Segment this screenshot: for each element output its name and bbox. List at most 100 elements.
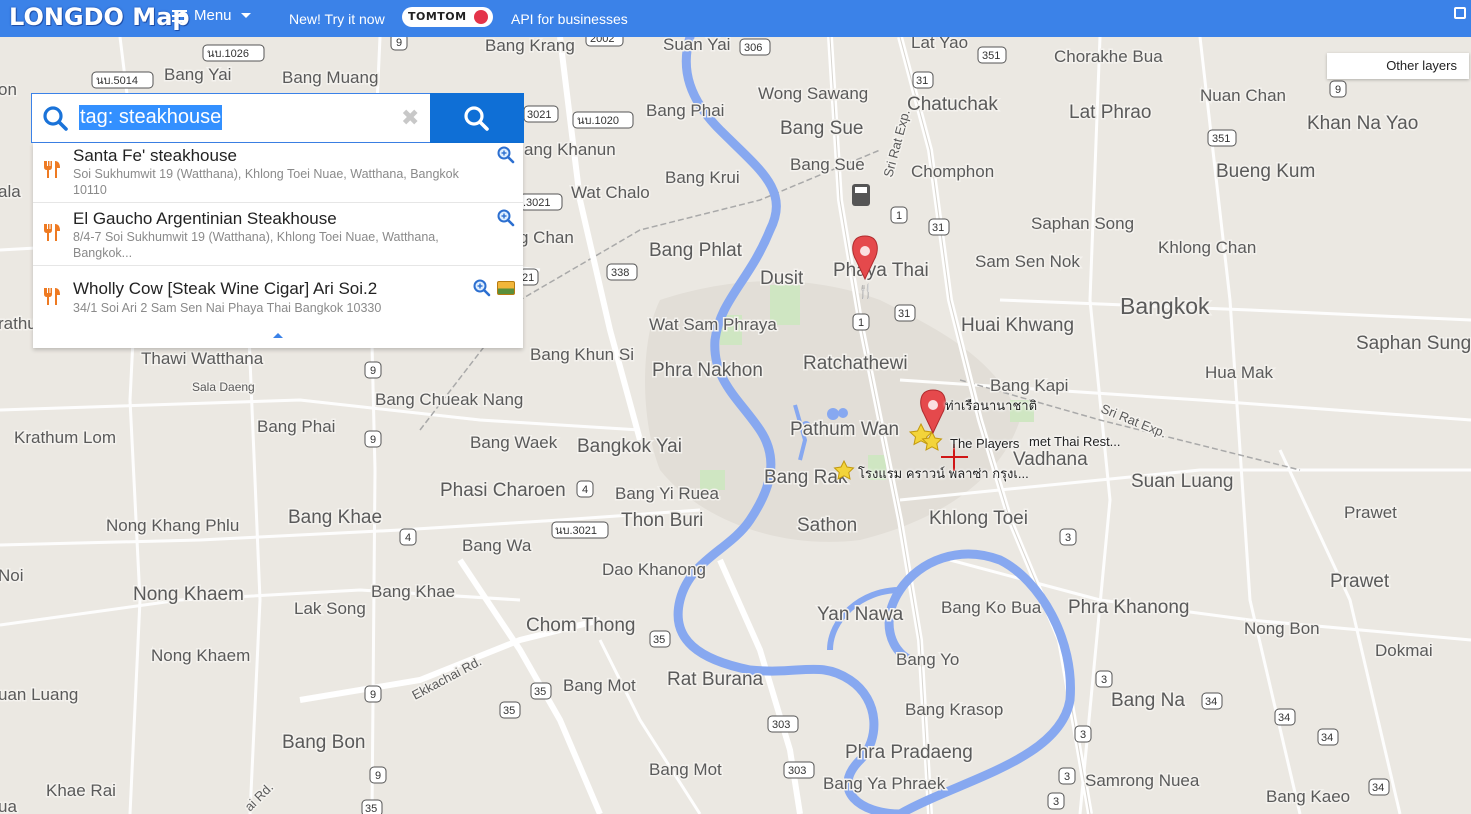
svg-text:34: 34 xyxy=(1278,712,1290,724)
close-icon[interactable]: ✖ xyxy=(401,105,419,131)
route-badge-35-a: 35 xyxy=(649,630,671,648)
map-label-bang-bon: Bang Bon xyxy=(282,732,365,753)
map-label-saphan-sung: Saphan Sung xyxy=(1356,333,1471,354)
map-label-bang-phlat: Bang Phlat xyxy=(649,240,743,261)
search-icon xyxy=(43,106,68,131)
result-address: 34/1 Soi Ari 2 Sam Sen Nai Phaya Thai Ba… xyxy=(73,301,382,315)
route-badge-9-b: 9 xyxy=(1329,80,1347,98)
map-label-bang-khun-si: Bang Khun Si xyxy=(530,345,634,364)
search-result-item[interactable]: El Gaucho Argentinian Steakhouse 8/4-7 S… xyxy=(33,203,523,266)
top-navigation-bar: LONGDO Map Menu New! Try it now TOMTOM A… xyxy=(0,0,1471,37)
map-label-rathu: rathu xyxy=(0,314,37,333)
search-icon xyxy=(464,106,489,131)
map-label-bang-kaeo: Bang Kaeo xyxy=(1266,787,1350,806)
svg-text:35: 35 xyxy=(503,705,515,717)
route-badge-3-a: 3 xyxy=(1059,528,1077,546)
map-label-samrong-nuea: Samrong Nuea xyxy=(1085,771,1200,790)
other-layers-button[interactable]: Other layers xyxy=(1327,53,1469,79)
svg-text:9: 9 xyxy=(375,770,381,782)
route-badge-34-a: 34 xyxy=(1201,692,1223,710)
map-label-sam-sen-nok: Sam Sen Nok xyxy=(975,252,1080,271)
route-badge-4-a: 4 xyxy=(576,480,594,498)
map-label-bang-yi-ruea: Bang Yi Ruea xyxy=(615,484,720,503)
route-badge-3-e: 3 xyxy=(1047,792,1065,810)
route-badge-9-d: 9 xyxy=(364,430,382,448)
map-label-thon-buri: Thon Buri xyxy=(621,510,703,531)
route-badge-31-c: 31 xyxy=(894,304,916,322)
svg-text:3: 3 xyxy=(1101,674,1107,686)
zoom-icon[interactable] xyxy=(497,209,515,227)
menu-button[interactable]: Menu xyxy=(172,7,251,24)
fullscreen-icon[interactable] xyxy=(1454,7,1466,19)
map-label-bang-ya-phraek: Bang Ya Phraek xyxy=(823,774,946,793)
map-label-bang-phai: Bang Phai xyxy=(646,101,724,120)
map-label-bang-rak: Bang Rak xyxy=(764,467,848,488)
map-label-sathon: Sathon xyxy=(797,515,857,536)
map-label-thawi-watthana: Thawi Watthana xyxy=(141,349,264,368)
route-badge-35-b: 35 xyxy=(530,682,552,700)
search-result-item[interactable]: Wholly Cow [Steak Wine Cigar] Ari Soi.2 … xyxy=(33,266,523,328)
route-badge-3-d: 3 xyxy=(1058,767,1076,785)
map-label-ua: ua xyxy=(0,797,17,814)
result-title[interactable]: Santa Fe' steakhouse xyxy=(73,146,237,166)
map-label-nong-khaem-2: Nong Khaem xyxy=(151,646,250,665)
zoom-icon[interactable] xyxy=(497,146,515,164)
search-query-text[interactable]: tag: steakhouse xyxy=(79,105,223,130)
map-label-chorakhe-bua: Chorakhe Bua xyxy=(1054,47,1163,66)
svg-text:34: 34 xyxy=(1372,782,1384,794)
longdo-map-logo[interactable]: LONGDO Map xyxy=(9,3,190,31)
svg-text:นบ.1026: นบ.1026 xyxy=(207,48,249,60)
svg-text:35: 35 xyxy=(653,634,665,646)
map-label-bang-wa: Bang Wa xyxy=(462,536,532,555)
route-badge-338: 338 xyxy=(606,263,638,281)
map-label-bang-muang: Bang Muang xyxy=(282,68,378,87)
photo-icon[interactable] xyxy=(497,281,515,295)
svg-text:9: 9 xyxy=(396,37,402,49)
route-badge-34-b: 34 xyxy=(1274,708,1296,726)
map-label-phaya-thai: Phaya Thai xyxy=(833,260,929,281)
result-title[interactable]: Wholly Cow [Steak Wine Cigar] Ari Soi.2 xyxy=(73,279,377,299)
route-badge-3021-a: 3021 xyxy=(523,105,559,123)
map-label-bangkok-yai: Bangkok Yai xyxy=(577,436,682,457)
search-button[interactable] xyxy=(430,93,524,143)
result-title[interactable]: El Gaucho Argentinian Steakhouse xyxy=(73,209,337,229)
search-result-item[interactable]: Santa Fe' steakhouse Soi Sukhumwit 19 (W… xyxy=(33,143,523,203)
map-label-lat-yao: Lat Yao xyxy=(911,37,968,52)
svg-text:นบ.1020: นบ.1020 xyxy=(577,115,619,127)
route-badge-35-c: 35 xyxy=(499,701,521,719)
map-label-khlong-chan: Khlong Chan xyxy=(1158,238,1256,257)
tomtom-mark-icon xyxy=(474,10,488,24)
route-badge-5014: นบ.5014 xyxy=(91,71,154,89)
svg-text:303: 303 xyxy=(772,719,790,731)
svg-text:31: 31 xyxy=(932,222,944,234)
tomtom-logo[interactable]: TOMTOM xyxy=(402,7,493,27)
svg-text:35: 35 xyxy=(534,686,546,698)
marker-label-thai-restaurant[interactable]: met Thai Rest... xyxy=(1029,434,1121,449)
route-badge-34-d: 34 xyxy=(1368,778,1390,796)
map-label-bang-sue: Bang Sue xyxy=(780,118,863,139)
marker-label-the-players[interactable]: The Players xyxy=(950,436,1019,451)
svg-text:2002: 2002 xyxy=(590,37,614,45)
svg-text:9: 9 xyxy=(1335,84,1341,96)
map-label-prawet: Prawet xyxy=(1344,503,1397,522)
map-label-hua-mak: Hua Mak xyxy=(1205,363,1274,382)
map-label-bang-chueak-nang: Bang Chueak Nang xyxy=(375,390,523,409)
route-badge-303-b: 303 xyxy=(783,761,815,779)
map-label-bang-mot-2: Bang Mot xyxy=(563,676,636,695)
map-label-phra-pradaeng: Phra Pradaeng xyxy=(845,742,973,763)
map-label-bang-mot: Bang Mot xyxy=(649,760,722,779)
tomtom-logo-text: TOMTOM xyxy=(408,10,467,23)
api-for-businesses-link[interactable]: API for businesses xyxy=(511,11,628,27)
map-label-lak-song: Lak Song xyxy=(294,599,366,618)
promo-text[interactable]: New! Try it now xyxy=(289,11,385,27)
collapse-results-icon[interactable] xyxy=(273,333,283,338)
marker-label-crowne-plaza[interactable]: โรงแรม คราวน์ พลาซ่า กรุงเ... xyxy=(858,463,1029,484)
svg-text:4: 4 xyxy=(405,532,411,544)
route-badge-1-b: 1 xyxy=(852,313,870,331)
restaurant-icon xyxy=(44,161,60,178)
map-label-sala-daeng: Sala Daeng xyxy=(192,380,255,394)
map-label-chom-thong: Chom Thong xyxy=(526,615,636,636)
marker-label-thai-pier[interactable]: ท่าเรือนานาชาติ xyxy=(945,395,1037,416)
map-label-suan-luang-2: uan Luang xyxy=(0,685,78,704)
zoom-icon[interactable] xyxy=(473,279,491,297)
